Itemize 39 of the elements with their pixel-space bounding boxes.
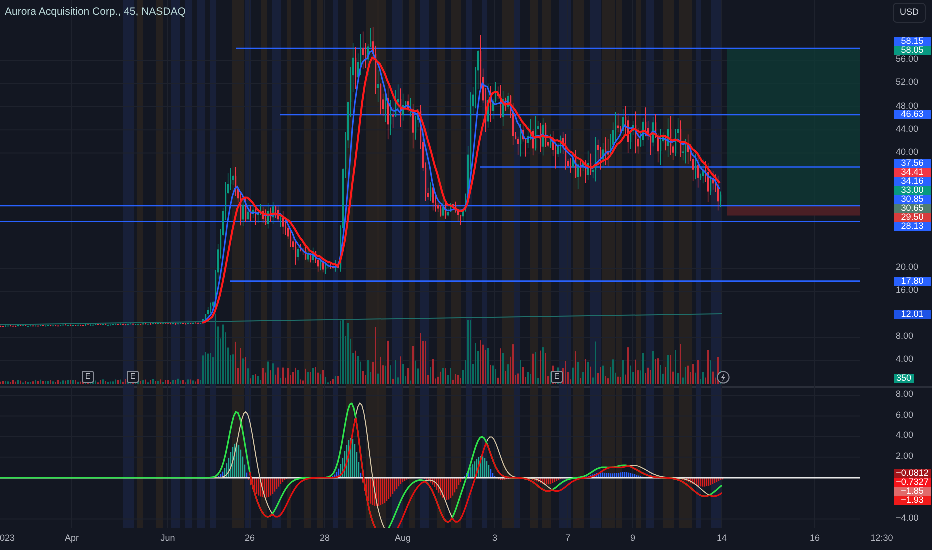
axis-tick-label: 6.00	[896, 410, 914, 420]
price-label: 12.01	[894, 310, 931, 320]
time-axis-label: Aug	[395, 532, 411, 545]
price-label: 37.56	[894, 158, 931, 168]
time-axis-label: 3	[492, 532, 498, 545]
time-axis-label: 26	[245, 532, 255, 545]
axis-tick-label: 4.00	[896, 431, 914, 440]
earnings-marker[interactable]: E	[82, 371, 94, 383]
lightning-icon[interactable]	[717, 371, 730, 384]
axis-tick-label: 8.00	[896, 332, 914, 342]
volume-label: 350	[894, 374, 914, 383]
price-label: 46.63	[894, 110, 931, 120]
axis-tick-label: −4.00	[896, 514, 919, 523]
time-axis-label: 14	[717, 532, 727, 545]
axis-tick-label: 56.00	[896, 55, 919, 64]
axis-tick-label: 44.00	[896, 124, 919, 134]
price-label: −0.0812	[894, 468, 931, 478]
earnings-marker[interactable]: E	[551, 371, 563, 383]
time-axis-label: 9	[630, 532, 636, 545]
price-label: 17.80	[894, 276, 931, 286]
currency-button[interactable]: USD	[892, 3, 926, 22]
time-axis-label: 7	[566, 532, 570, 545]
axis-tick-label: 20.00	[896, 263, 919, 272]
time-axis-label: 023	[0, 532, 16, 545]
axis-tick-label: 40.00	[896, 148, 919, 157]
time-axis-label: Jun	[160, 532, 176, 545]
earnings-marker[interactable]: E	[127, 371, 139, 383]
time-axis-label: 28	[320, 532, 330, 545]
axis-tick-label: 4.00	[896, 355, 914, 364]
axis-tick-label: 2.00	[896, 452, 914, 461]
time-axis-label: Apr	[65, 532, 79, 545]
time-axis-label: 16	[810, 532, 820, 545]
axis-tick-label: 8.00	[896, 390, 914, 400]
axis-tick-label: 48.00	[896, 102, 919, 111]
axis-tick-label: 52.00	[896, 78, 919, 88]
time-axis-label: 12:30	[870, 532, 894, 545]
price-label: 58.15	[894, 36, 931, 46]
axis-tick-label: 16.00	[896, 286, 919, 296]
chart-title: Aurora Acquisition Corp., 45, NASDAQ	[5, 5, 186, 20]
